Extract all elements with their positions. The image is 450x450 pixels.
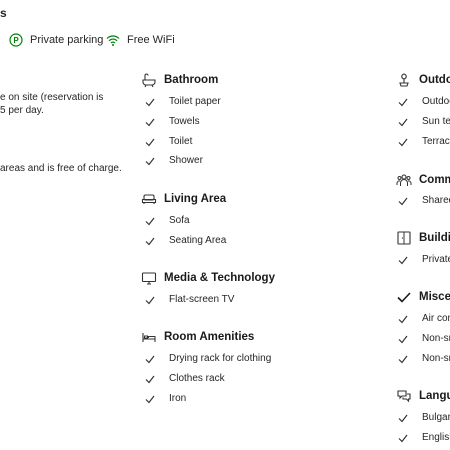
check-icon <box>396 289 412 305</box>
list-item: Terrace <box>398 136 450 147</box>
check-icon <box>398 255 408 265</box>
section-title: Room Amenities <box>164 331 255 343</box>
section-title: Media & Technology <box>164 272 275 284</box>
check-icon <box>398 433 408 443</box>
item-label: Seating Area <box>169 235 227 246</box>
list-item: Shower <box>145 155 203 166</box>
parking-description-line: 5 per day. <box>0 105 44 116</box>
item-label: Non-sm <box>422 353 450 364</box>
wifi-icon <box>106 33 120 47</box>
section-header-building: Buildi <box>396 230 450 246</box>
section-title: Langu <box>419 390 450 402</box>
item-label: Non-sm <box>422 333 450 344</box>
item-label: Flat-screen TV <box>169 294 235 305</box>
wifi-description-line: areas and is free of charge. <box>0 163 122 174</box>
parking-icon: P <box>9 33 23 47</box>
facility-private-parking: P Private parking <box>9 33 103 47</box>
list-item: Seating Area <box>145 235 226 246</box>
section-header-common-areas: Comm <box>396 172 450 188</box>
check-icon <box>398 196 408 206</box>
list-item: Sun ter <box>398 116 450 127</box>
section-header-living-area: Living Area <box>141 191 226 207</box>
item-label: Private <box>422 254 450 265</box>
item-label: Clothes rack <box>169 373 225 384</box>
list-item: Iron <box>145 393 186 404</box>
section-title: Misce <box>419 291 450 303</box>
item-label: Iron <box>169 393 187 404</box>
section-header-bathroom: Bathroom <box>141 72 218 88</box>
list-item: Clothes rack <box>145 373 225 384</box>
check-icon <box>145 156 155 166</box>
list-item: Toilet <box>145 136 192 147</box>
list-item: Private <box>398 254 450 265</box>
list-item: Drying rack for clothing <box>145 353 271 364</box>
list-item: Non-sm <box>398 353 450 364</box>
facility-label: Private parking <box>30 34 104 46</box>
item-label: Toilet paper <box>169 96 221 107</box>
sofa-icon <box>141 191 157 207</box>
item-label: Shower <box>169 155 203 166</box>
section-header-media-technology: Media & Technology <box>141 270 275 286</box>
section-header-miscellaneous: Misce <box>396 289 450 305</box>
check-icon <box>145 295 155 305</box>
facility-free-wifi: Free WiFi <box>106 33 175 47</box>
list-item: Flat-screen TV <box>145 294 234 305</box>
list-item: Air con <box>398 313 450 324</box>
bed-icon <box>141 329 157 345</box>
check-icon <box>398 413 408 423</box>
speech-icon <box>396 388 412 404</box>
tv-icon <box>141 270 157 286</box>
list-item: Bulgari <box>398 412 450 423</box>
check-icon <box>398 314 408 324</box>
list-item: Outdoo <box>398 96 450 107</box>
check-icon <box>145 216 155 226</box>
list-item: Non-sm <box>398 333 450 344</box>
item-label: Towels <box>169 116 200 127</box>
check-icon <box>145 236 155 246</box>
section-heading-fragment: s <box>0 6 7 20</box>
check-icon <box>145 394 155 404</box>
item-label: English <box>422 432 450 443</box>
section-header-room-amenities: Room Amenities <box>141 329 254 345</box>
check-icon <box>398 354 408 364</box>
item-label: Terrace <box>422 136 450 147</box>
check-icon <box>145 374 155 384</box>
section-header-outdoors: Outdo <box>396 72 450 88</box>
bath-icon <box>141 72 157 88</box>
check-icon <box>398 117 408 127</box>
check-icon <box>398 334 408 344</box>
item-label: Bulgari <box>422 412 450 423</box>
section-header-languages: Langu <box>396 388 450 404</box>
svg-text:P: P <box>13 36 19 45</box>
list-item: English <box>398 432 450 443</box>
plant-icon <box>396 72 412 88</box>
list-item: Toilet paper <box>145 96 221 107</box>
list-item: Shared <box>398 195 450 206</box>
check-icon <box>145 97 155 107</box>
item-label: Drying rack for clothing <box>169 353 272 364</box>
item-label: Shared <box>422 195 450 206</box>
section-title: Buildi <box>419 232 450 244</box>
door-icon <box>396 230 412 246</box>
item-label: Outdoo <box>422 96 450 107</box>
item-label: Air con <box>422 313 450 324</box>
item-label: Sun ter <box>422 116 450 127</box>
section-title: Bathroom <box>164 74 219 86</box>
people-icon <box>396 172 412 188</box>
item-label: Sofa <box>169 215 190 226</box>
facility-label: Free WiFi <box>127 34 175 46</box>
check-icon <box>398 97 408 107</box>
section-title: Living Area <box>164 193 227 205</box>
check-icon <box>145 137 155 147</box>
section-title: Outdo <box>419 74 450 86</box>
check-icon <box>145 354 155 364</box>
check-icon <box>398 137 408 147</box>
list-item: Towels <box>145 116 200 127</box>
item-label: Toilet <box>169 136 193 147</box>
section-title: Comm <box>419 174 450 186</box>
check-icon <box>145 117 155 127</box>
list-item: Sofa <box>145 215 190 226</box>
